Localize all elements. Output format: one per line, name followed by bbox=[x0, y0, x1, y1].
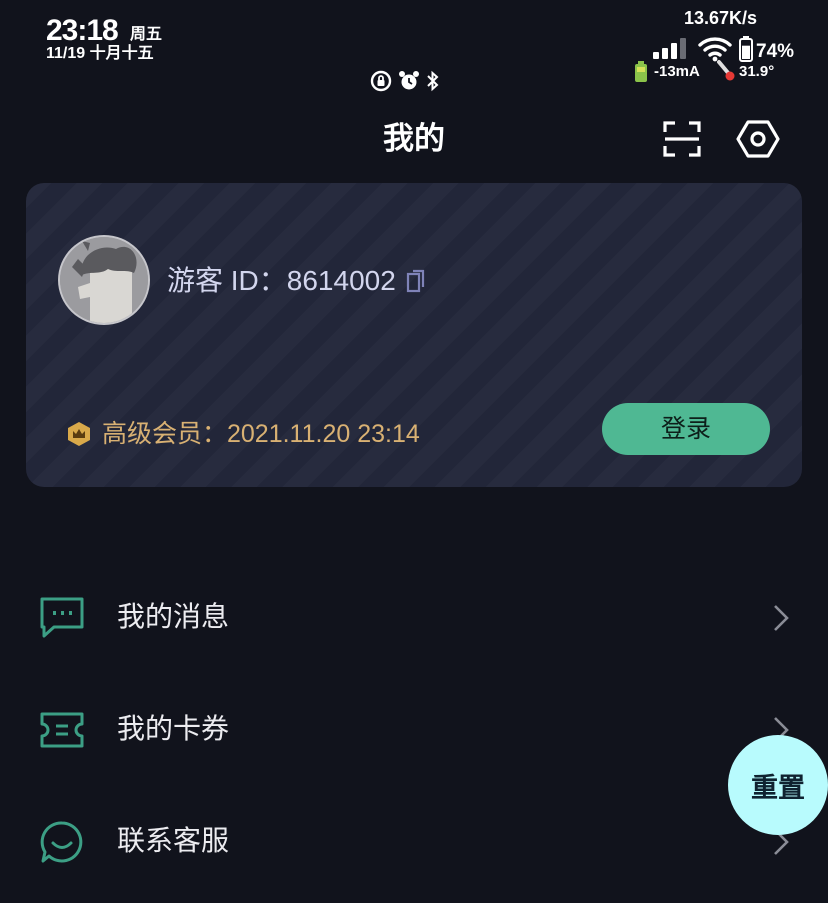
reset-fab-label: 重置 bbox=[751, 772, 805, 803]
status-current: -13mA bbox=[654, 63, 700, 80]
menu-item-messages[interactable]: 我的消息 bbox=[0, 573, 828, 663]
menu-item-coupons[interactable]: 我的卡券 bbox=[0, 685, 828, 775]
bluetooth-icon bbox=[427, 70, 439, 92]
menu-label-coupons: 我的卡券 bbox=[117, 713, 230, 744]
signal-icon bbox=[653, 38, 686, 59]
login-button[interactable]: 登录 bbox=[602, 403, 770, 455]
menu-item-customer-service[interactable]: 联系客服 bbox=[0, 797, 828, 887]
status-net-speed: 13.67K/s bbox=[684, 8, 758, 28]
status-battery-percent: 74% bbox=[756, 41, 795, 62]
user-id-text: 游客 ID：8614002 bbox=[167, 265, 396, 296]
message-icon bbox=[36, 595, 88, 641]
membership-text: 高级会员：2021.11.20 23:14 bbox=[102, 420, 420, 448]
rotation-lock-icon bbox=[370, 70, 392, 92]
chevron-right-icon bbox=[774, 605, 789, 631]
menu-label-messages: 我的消息 bbox=[117, 601, 230, 632]
user-id-row: 游客 ID：8614002 bbox=[167, 262, 426, 300]
settings-hexagon-icon bbox=[736, 120, 780, 158]
default-avatar-icon bbox=[60, 237, 148, 323]
scan-icon bbox=[663, 121, 701, 157]
settings-button[interactable] bbox=[734, 116, 782, 162]
avatar[interactable] bbox=[58, 235, 150, 325]
status-temperature: 31.9° bbox=[739, 63, 775, 80]
reset-fab-button[interactable]: 重置 bbox=[728, 735, 828, 835]
battery-charging-icon bbox=[635, 61, 647, 82]
status-weekday: 周五 bbox=[130, 26, 163, 43]
menu-label-customer-service: 联系客服 bbox=[117, 825, 230, 856]
customer-service-icon bbox=[36, 819, 88, 865]
coupon-icon bbox=[36, 707, 88, 753]
scan-button[interactable] bbox=[660, 118, 704, 160]
crown-badge-icon bbox=[68, 422, 90, 446]
status-center-icons bbox=[370, 70, 440, 92]
status-time: 23:18 bbox=[46, 14, 119, 47]
alarm-icon bbox=[399, 71, 419, 90]
membership-row: 高级会员：2021.11.20 23:14 bbox=[66, 418, 420, 450]
thermometer-icon bbox=[717, 60, 735, 81]
status-date: 11/19 十月十五 bbox=[46, 45, 154, 62]
copy-icon[interactable] bbox=[406, 268, 426, 294]
battery-icon bbox=[739, 36, 753, 62]
